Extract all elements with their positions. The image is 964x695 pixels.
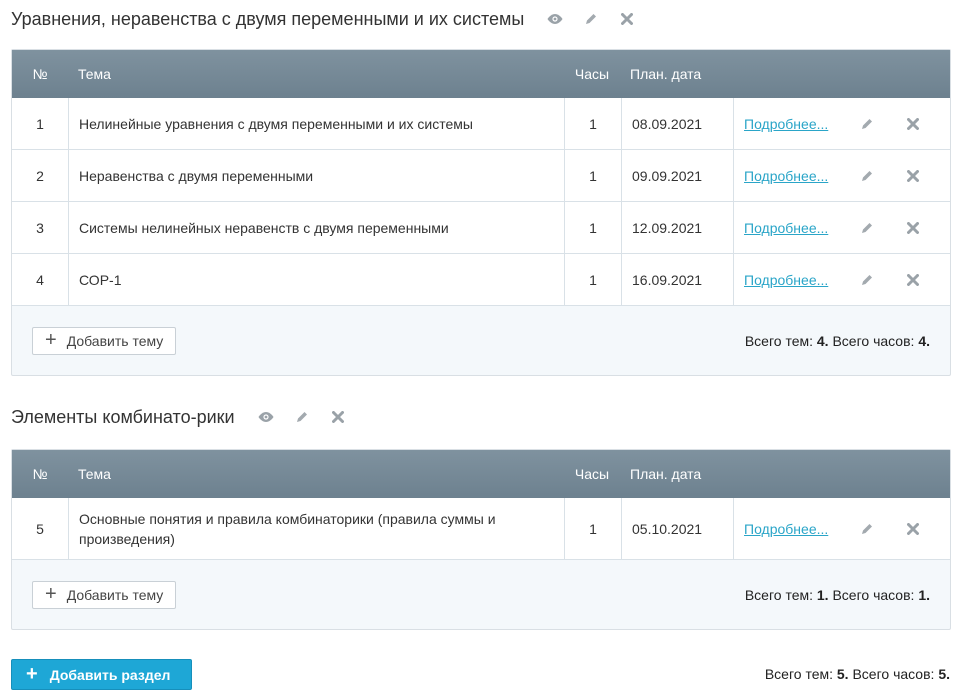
close-icon[interactable] [904, 271, 922, 289]
section-1: Уравнения, неравенства с двумя переменны… [11, 5, 951, 33]
table-row: 3 Системы нелинейных неравенств с двумя … [12, 202, 950, 254]
plus-icon: + [45, 582, 57, 605]
row-date: 12.09.2021 [622, 202, 734, 253]
plus-icon: + [45, 328, 57, 351]
pencil-icon[interactable] [858, 271, 876, 289]
row-date: 09.09.2021 [622, 150, 734, 201]
pencil-icon[interactable] [858, 167, 876, 185]
row-num: 2 [12, 150, 69, 201]
row-hours: 1 [565, 202, 622, 253]
table-row: 4 СОР-1 1 16.09.2021 Подробнее... [12, 254, 950, 306]
row-num: 4 [12, 254, 69, 305]
topics-table-1: № Тема Часы План. дата 1 Нелинейные урав… [11, 49, 951, 376]
column-num: № [32, 66, 48, 82]
row-hours: 1 [565, 98, 622, 149]
row-topic: Основные понятия и правила комбинаторики… [69, 498, 565, 559]
section-title: Элементы комбинато-рики [11, 406, 235, 427]
table-row: 5 Основные понятия и правила комбинатори… [12, 498, 950, 560]
column-date: План. дата [630, 66, 702, 82]
pencil-icon[interactable] [582, 10, 600, 28]
column-hours: Часы [574, 466, 610, 482]
column-topic: Тема [78, 466, 111, 482]
add-topic-button[interactable]: + Добавить тему [32, 580, 177, 609]
plus-icon: + [26, 662, 38, 685]
column-topic: Тема [78, 66, 111, 82]
row-num: 1 [12, 98, 69, 149]
close-icon[interactable] [618, 10, 636, 28]
table-footer: + Добавить тему Всего тем: 4. Всего часо… [12, 306, 950, 375]
table-row: 2 Неравенства с двумя переменными 1 09.0… [12, 150, 950, 202]
table-footer: + Добавить тему Всего тем: 1. Всего часо… [12, 560, 950, 629]
row-date: 08.09.2021 [622, 98, 734, 149]
table-row: 1 Нелинейные уравнения с двумя переменны… [12, 98, 950, 150]
pencil-icon[interactable] [858, 520, 876, 538]
details-link[interactable]: Подробнее... [744, 116, 828, 132]
pencil-icon[interactable] [858, 219, 876, 237]
column-num: № [32, 466, 48, 482]
close-icon[interactable] [904, 520, 922, 538]
row-topic: СОР-1 [69, 254, 565, 305]
row-num: 3 [12, 202, 69, 253]
details-link[interactable]: Подробнее... [744, 168, 828, 184]
close-icon[interactable] [329, 408, 347, 426]
section-2: Элементы комбинато-рики [11, 403, 951, 431]
close-icon[interactable] [904, 115, 922, 133]
section-title: Уравнения, неравенства с двумя переменны… [11, 8, 525, 29]
section-totals: Всего тем: 4. Всего часов: 4. [744, 332, 930, 349]
details-link[interactable]: Подробнее... [744, 521, 828, 537]
section-totals: Всего тем: 1. Всего часов: 1. [744, 586, 930, 603]
row-topic: Неравенства с двумя переменными [69, 150, 565, 201]
details-link[interactable]: Подробнее... [744, 220, 828, 236]
add-section-button[interactable]: + Добавить раздел [11, 659, 192, 690]
row-topic: Нелинейные уравнения с двумя переменными… [69, 98, 565, 149]
row-num: 5 [12, 498, 69, 559]
column-date: План. дата [630, 466, 702, 482]
topics-table-2: № Тема Часы План. дата 5 Основные поняти… [11, 449, 951, 630]
row-date: 16.09.2021 [622, 254, 734, 305]
row-hours: 1 [565, 150, 622, 201]
details-link[interactable]: Подробнее... [744, 272, 828, 288]
close-icon[interactable] [904, 167, 922, 185]
grand-totals: Всего тем: 5. Всего часов: 5. [764, 666, 950, 682]
pencil-icon[interactable] [858, 115, 876, 133]
table-header: № Тема Часы План. дата [12, 450, 950, 498]
row-hours: 1 [565, 254, 622, 305]
row-date: 05.10.2021 [622, 498, 734, 559]
eye-icon[interactable] [546, 10, 564, 28]
row-topic: Системы нелинейных неравенств с двумя пе… [69, 202, 565, 253]
row-hours: 1 [565, 498, 622, 559]
pencil-icon[interactable] [293, 408, 311, 426]
column-hours: Часы [574, 66, 610, 82]
close-icon[interactable] [904, 219, 922, 237]
add-topic-button[interactable]: + Добавить тему [32, 326, 177, 355]
table-header: № Тема Часы План. дата [12, 50, 950, 98]
eye-icon[interactable] [257, 408, 275, 426]
